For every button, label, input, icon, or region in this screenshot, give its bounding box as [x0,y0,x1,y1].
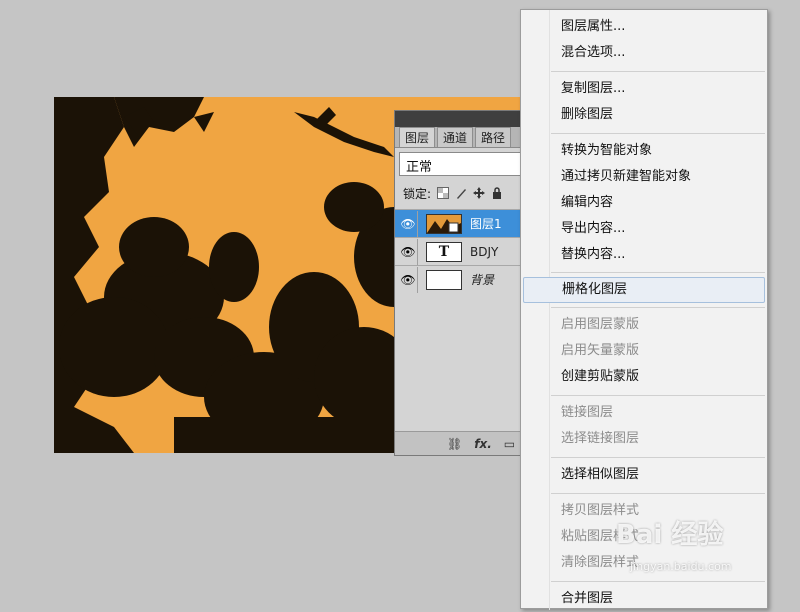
menu-item[interactable]: 导出内容... [521,216,767,242]
menu-item[interactable]: 通过拷贝新建智能对象 [521,164,767,190]
panel-titlebar[interactable] [395,111,523,127]
menu-item[interactable]: 链接图层 [521,400,767,426]
layer-name[interactable]: 背景 [470,271,494,288]
visibility-eye-icon[interactable]: 👁 [399,238,418,265]
menu-item[interactable]: 选择相似图层 [521,462,767,488]
mask-icon[interactable]: ▭ [504,437,515,451]
layer-row-layer1[interactable]: 👁 图层1 [395,209,523,237]
menu-separator [551,395,765,396]
menu-item[interactable]: 编辑内容 [521,190,767,216]
layer-name[interactable]: 图层1 [470,215,502,232]
menu-item[interactable]: 替换内容... [521,242,767,268]
lock-transparent-pixels-icon[interactable] [437,187,450,199]
link-icon[interactable]: ⛓ [447,437,462,451]
tab-layers[interactable]: 图层 [399,127,436,147]
menu-separator [551,133,765,134]
layer-context-menu: 图层属性... 混合选项... 复制图层... 删除图层转换为智能对象 通过拷贝新建智能… [520,9,768,612]
menu-separator [551,307,765,308]
menu-item[interactable]: 启用图层蒙版 [521,312,767,338]
menu-item[interactable]: 栅格化图层 [523,277,765,303]
text-layer-T-icon: T [438,243,450,260]
menu-item[interactable]: 图层属性... [521,14,767,40]
layer-name[interactable]: BDJY [470,245,498,259]
lock-image-pixels-brush-icon[interactable] [455,187,467,199]
menu-item[interactable]: 混合选项... [521,40,767,66]
panel-bottom-toolbar: ⛓ fx. ▭ [395,431,523,455]
menu-separator [551,457,765,458]
menu-item[interactable]: 创建剪贴蒙版 [521,364,767,390]
menu-separator [551,493,765,494]
menu-item[interactable]: 复制图层... [521,76,767,102]
menu-item[interactable]: 转换为智能对象 [521,138,767,164]
menu-item[interactable]: 合并图层 [521,586,767,612]
tab-paths[interactable]: 路径 [475,127,512,147]
menu-item[interactable]: 粘贴图层样式 [521,524,767,550]
fx-icon[interactable]: fx. [474,437,492,451]
layer-row-bdjy[interactable]: 👁 T BDJY [395,237,523,265]
tab-channels[interactable]: 通道 [437,127,474,147]
menu-separator [551,272,765,273]
visibility-eye-icon[interactable]: 👁 [399,210,418,237]
background-thumbnail [426,269,462,290]
menu-item[interactable]: 启用矢量蒙版 [521,338,767,364]
layer-row-background[interactable]: 👁 背景 [395,265,523,293]
menu-item[interactable]: 选择链接图层 [521,426,767,452]
lock-all-icon[interactable] [491,187,503,199]
blend-mode-select[interactable]: 正常 [399,152,523,176]
menu-item[interactable]: 拷贝图层样式 [521,498,767,524]
menu-separator [551,71,765,72]
menu-separator [551,581,765,582]
layers-panel: 图层 通道 路径 正常 锁定: 👁 图层1 👁 T BDJY 👁 背景 ⛓ fx… [394,110,524,456]
visibility-eye-icon[interactable]: 👁 [399,266,418,293]
lock-label: 锁定: [403,186,432,201]
text-layer-thumbnail: T [426,241,462,262]
menu-item[interactable]: 删除图层 [521,102,767,128]
panel-tabs: 图层 通道 路径 [395,127,523,148]
lock-position-move-icon[interactable] [473,187,486,199]
menu-item[interactable]: 清除图层样式 [521,550,767,576]
smart-object-thumbnail [426,213,462,234]
lock-row: 锁定: [395,181,523,205]
